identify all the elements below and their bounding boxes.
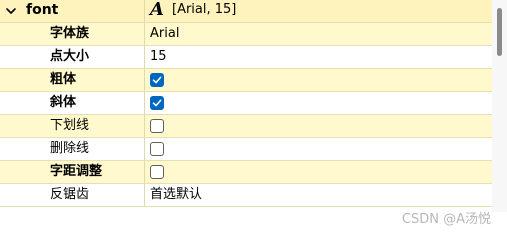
vertical-scrollbar[interactable] [492, 0, 507, 212]
property-value-antialiasing[interactable]: 首选默认 [150, 187, 202, 203]
property-name-cell: 字体族 [0, 23, 145, 45]
property-label-strikeout: 删除线 [50, 141, 90, 156]
checkmark-icon [152, 76, 162, 84]
property-value-cell[interactable]: A [Arial, 15] [146, 0, 492, 22]
property-row-font[interactable]: font A [Arial, 15] [0, 0, 492, 23]
strikeout-checkbox[interactable] [150, 142, 164, 156]
property-name-cell: 斜体 [0, 92, 145, 114]
property-name-cell: 字距调整 [0, 161, 145, 183]
property-row-italic[interactable]: 斜体 [0, 92, 492, 115]
property-label-italic: 斜体 [50, 95, 77, 110]
property-row-bold[interactable]: 粗体 [0, 69, 492, 92]
property-label-kerning: 字距调整 [50, 164, 103, 179]
property-row-kerning[interactable]: 字距调整 [0, 161, 492, 184]
watermark-text: CSDN @A汤悦 [401, 212, 491, 227]
bold-checkbox[interactable] [150, 73, 164, 87]
chevron-down-icon[interactable] [4, 4, 18, 18]
property-value-cell[interactable] [146, 69, 492, 91]
property-name-font: font [26, 2, 59, 18]
property-value-cell[interactable]: 15 [146, 46, 492, 68]
property-grid: font A [Arial, 15] 字体族 Arial 点大小 15 粗体 斜… [0, 0, 492, 212]
property-name-cell: 点大小 [0, 46, 145, 68]
property-value-cell[interactable]: Arial [146, 23, 492, 45]
property-value-cell[interactable] [146, 115, 492, 137]
underline-checkbox[interactable] [150, 119, 164, 133]
property-name-cell: 反锯齿 [0, 184, 145, 206]
property-label-antialiasing: 反锯齿 [50, 187, 90, 202]
property-row-point-size[interactable]: 点大小 15 [0, 46, 492, 69]
property-label-bold: 粗体 [50, 72, 77, 87]
property-value-cell[interactable] [146, 161, 492, 183]
property-row-antialiasing[interactable]: 反锯齿 首选默认 [0, 184, 492, 207]
property-value-family[interactable]: Arial [150, 26, 179, 42]
property-value-point-size[interactable]: 15 [150, 49, 167, 65]
checkmark-icon [152, 99, 162, 107]
property-value-cell[interactable] [146, 92, 492, 114]
property-label-family: 字体族 [50, 26, 90, 41]
property-name-cell: font [0, 0, 145, 22]
property-label-point-size: 点大小 [50, 49, 90, 64]
property-row-family[interactable]: 字体族 Arial [0, 23, 492, 46]
font-icon: A [150, 0, 164, 20]
scrollbar-thumb[interactable] [497, 8, 502, 56]
italic-checkbox[interactable] [150, 96, 164, 110]
property-value-cell[interactable] [146, 138, 492, 160]
kerning-checkbox[interactable] [150, 165, 164, 179]
property-label-underline: 下划线 [50, 118, 90, 133]
property-value-cell[interactable]: 首选默认 [146, 184, 492, 206]
property-name-cell: 粗体 [0, 69, 145, 91]
property-row-strikeout[interactable]: 删除线 [0, 138, 492, 161]
property-row-underline[interactable]: 下划线 [0, 115, 492, 138]
property-value-font: [Arial, 15] [172, 2, 237, 17]
property-name-cell: 删除线 [0, 138, 145, 160]
property-name-cell: 下划线 [0, 115, 145, 137]
